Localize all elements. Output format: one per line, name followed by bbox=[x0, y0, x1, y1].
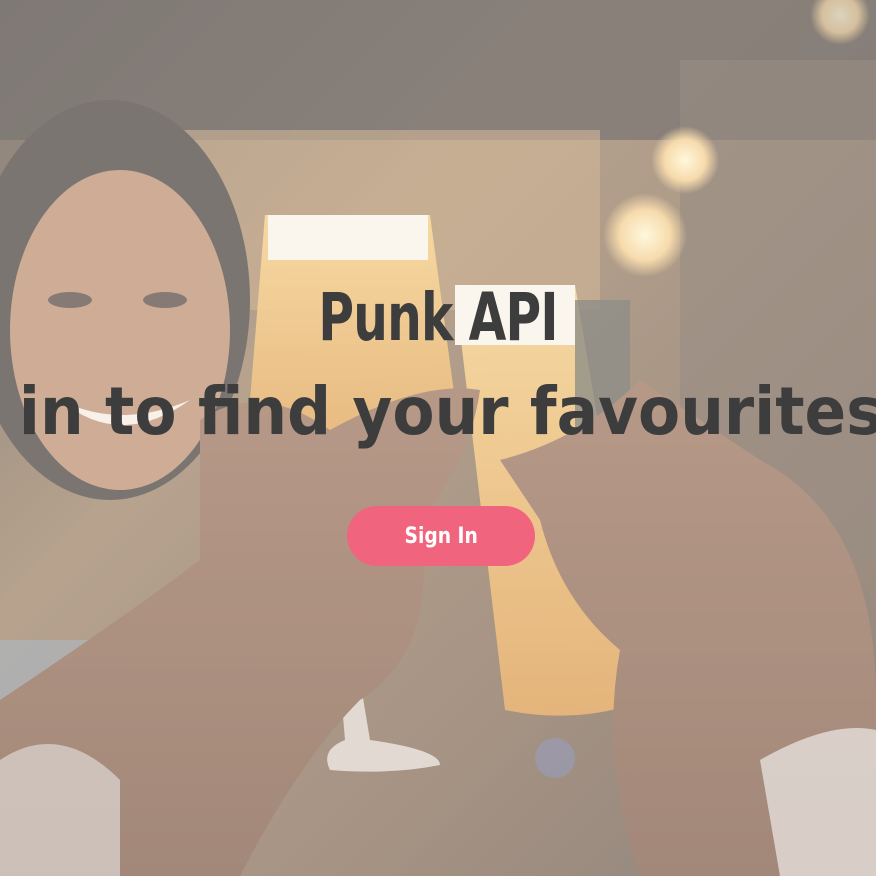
page-title: Punk API bbox=[318, 279, 558, 356]
page-subtitle: Sign in to find your favourites beers bbox=[0, 373, 876, 450]
signin-button-label: Sign In bbox=[404, 523, 478, 549]
landing-page: Punk API Sign in to find your favourites… bbox=[0, 0, 876, 876]
signin-button[interactable]: Sign In bbox=[347, 506, 535, 566]
hero-content: Punk API Sign in to find your favourites… bbox=[0, 0, 876, 876]
